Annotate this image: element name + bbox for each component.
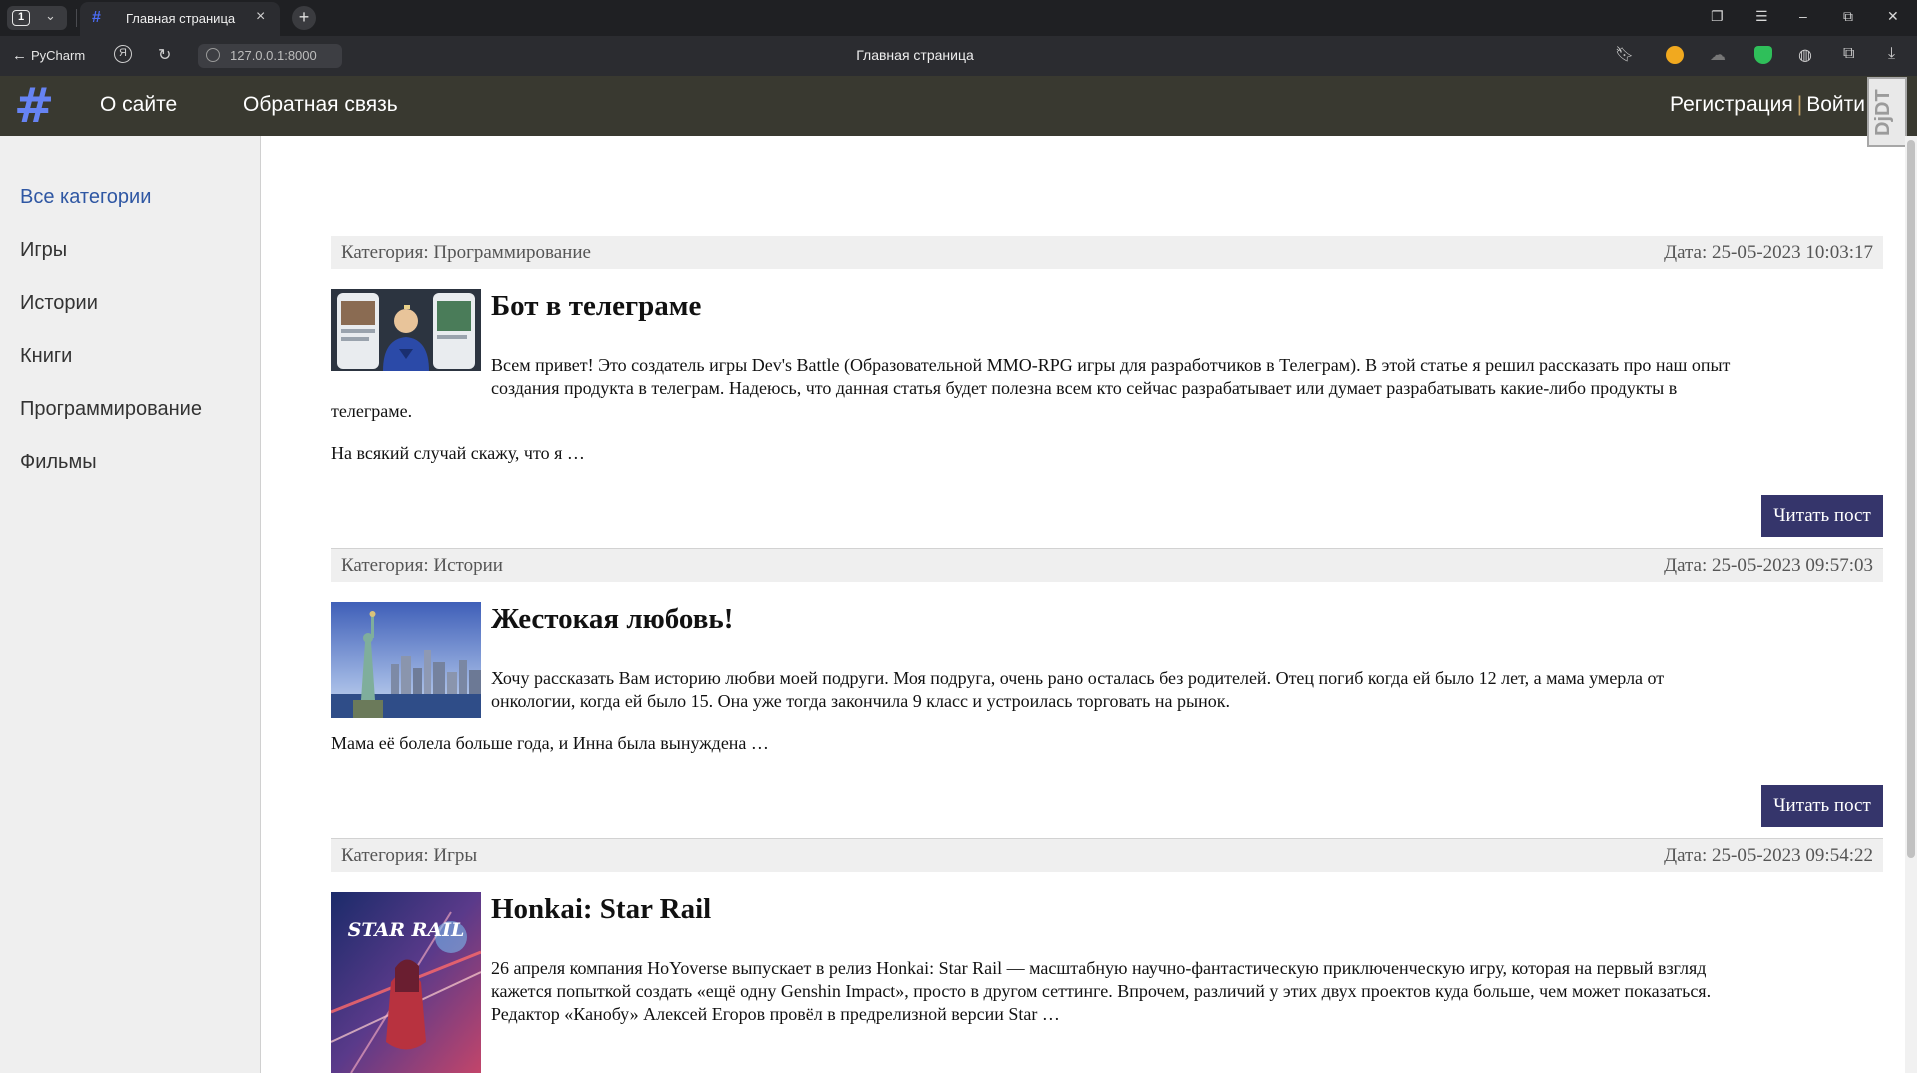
excerpt-line: 26 апреля компания HoYoverse выпускает в… [491,958,1707,978]
debug-toolbar-handle[interactable]: DjDT [1867,77,1907,147]
site-logo-icon[interactable]: # [14,78,54,134]
post-excerpt-continuation: На всякий случай скажу, что я … [331,443,585,463]
close-tab-icon[interactable]: × [256,8,265,26]
debug-toolbar-label: DjDT [1872,89,1894,137]
hash-favicon-icon: # [92,9,101,26]
page-scrollbar[interactable] [1905,136,1917,1073]
login-link[interactable]: Войти [1806,93,1865,116]
post-meta-bar: Категория: Истории Дата: 25-05-2023 09:5… [331,549,1883,582]
minimize-icon[interactable]: – [1799,8,1807,24]
excerpt-line: телеграме. [331,401,413,421]
category-sidebar: Все категории Игры Истории Книги Програм… [0,136,261,1073]
page-title-display: Главная страница [856,47,974,63]
tab-counter-button[interactable]: 1 ⌄ [7,6,67,30]
auth-links: Регистрация | Войти [1670,93,1865,117]
read-post-button[interactable]: Читать пост [1761,495,1883,537]
browser-tab[interactable]: # Главная страница × [80,2,280,36]
post-category: Категория: Игры [341,845,478,866]
close-window-icon[interactable]: ✕ [1887,8,1899,25]
excerpt-line: кажется попыткой создать «ещё одну Gensh… [491,981,1712,1001]
new-tab-button[interactable]: + [292,6,316,30]
post-meta-bar: Категория: Программирование Дата: 25-05-… [331,236,1883,269]
category-stories[interactable]: Истории [20,292,98,315]
translate-globe-icon[interactable]: ◍ [1798,45,1812,65]
category-all[interactable]: Все категории [20,186,151,209]
post-date: Дата: 25-05-2023 09:54:22 [1664,845,1873,866]
excerpt-line: онкологии, когда ей было 15. Она уже тог… [491,691,1230,711]
category-programming[interactable]: Программирование [20,398,202,421]
extensions-icon[interactable]: ⧉ [1843,45,1854,63]
poster-title-text: STAR RAIL [348,919,465,941]
post-meta-bar: Категория: Игры Дата: 25-05-2023 09:54:2… [331,839,1883,872]
post-title[interactable]: Бот в телеграме [491,290,701,323]
category-games[interactable]: Игры [20,239,67,262]
excerpt-line: Всем привет! Это создатель игры Dev's Ba… [491,355,1731,375]
address-bar: ← PyCharm Я ↻ 127.0.0.1:8000 Главная стра… [0,36,1917,76]
register-link[interactable]: Регистрация [1670,93,1793,116]
browser-tab-bar: 1 ⌄ # Главная страница × + ❐ ☰ – ⧉ ✕ [0,0,1917,36]
excerpt-line: Хочу рассказать Вам историю любви моей п… [491,668,1665,688]
menu-icon[interactable]: ☰ [1755,8,1768,25]
nav-about-link[interactable]: О сайте [100,93,177,117]
restore-icon[interactable]: ⧉ [1843,8,1853,25]
category-books[interactable]: Книги [20,345,72,368]
tab-separator [76,9,77,27]
post-excerpt: Хочу рассказать Вам историю любви моей п… [331,667,1883,713]
cloud-icon[interactable]: ☁ [1710,45,1726,65]
nav-feedback-link[interactable]: Обратная связь [243,93,398,117]
collections-icon[interactable]: ❐ [1711,8,1724,25]
post-title[interactable]: Жестокая любовь! [491,603,733,636]
excerpt-line: Редактор «Канобу» Алексей Егоров провёл … [491,1004,1060,1024]
category-films[interactable]: Фильмы [20,451,97,474]
post-category: Категория: Истории [341,555,503,576]
post-category: Категория: Программирование [341,242,591,263]
post-excerpt: Всем привет! Это создатель игры Dev's Ba… [331,354,1883,423]
post-title[interactable]: Honkai: Star Rail [491,893,711,926]
tab-count: 1 [12,10,30,26]
shield-icon[interactable] [1754,46,1772,64]
site-header: # О сайте Обратная связь Регистрация | Вой… [0,76,1917,136]
scrollbar-thumb[interactable] [1907,140,1915,858]
download-icon[interactable]: ⤓ [1888,45,1895,63]
post-date: Дата: 25-05-2023 09:57:03 [1664,555,1873,576]
excerpt-line: создания продукта в телеграм. Надеюсь, ч… [491,378,1678,398]
tab-title: Главная страница [126,11,236,26]
auth-separator: | [1796,93,1803,116]
chevron-down-icon: ⌄ [45,8,56,23]
post-excerpt: 26 апреля компания HoYoverse выпускает в… [331,957,1883,1026]
bookmark-icon[interactable]: 🔖︎ [1615,45,1634,63]
read-post-button[interactable]: Читать пост [1761,785,1883,827]
extension-orange-icon[interactable] [1666,46,1684,64]
post-excerpt-continuation: Мама её болела больше года, и Инна была … [331,733,769,753]
post-date: Дата: 25-05-2023 10:03:17 [1664,242,1873,263]
